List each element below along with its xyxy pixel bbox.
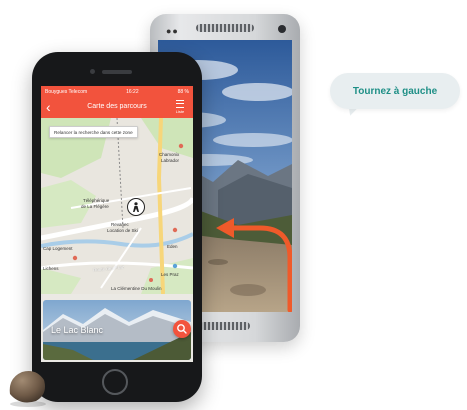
list-icon <box>176 100 184 108</box>
app-screen: Bouygues Telecom 16:22 88 % ‹ Carte des … <box>41 86 193 362</box>
map-label-labrador: Labrador <box>161 158 180 163</box>
tooltip-text: Tournez à gauche <box>352 85 438 97</box>
magnifier-icon <box>177 324 187 334</box>
front-phone: Bouygues Telecom 16:22 88 % ‹ Carte des … <box>32 52 202 402</box>
top-speaker-grille <box>196 24 254 32</box>
hiker-icon <box>133 202 139 212</box>
map-view[interactable]: Chamonix Labrador Téléphérique de La Flé… <box>41 118 193 294</box>
decorative-rock <box>9 371 46 407</box>
trail-card-title: Le Lac Blanc <box>51 325 104 335</box>
sensor-dots: ●● <box>166 26 179 36</box>
home-button[interactable] <box>102 369 128 395</box>
map-label-eden: Eden <box>167 244 178 249</box>
search-fab-button[interactable] <box>173 320 191 338</box>
map-label-clementine: La Clémentine Du Moulin <box>111 286 162 291</box>
front-camera <box>278 25 286 33</box>
map-label-cap-logement: Cap Logement <box>43 246 73 251</box>
direction-tooltip: Tournez à gauche <box>330 73 460 109</box>
carrier-label: Bouygues Telecom <box>45 89 88 95</box>
trail-marker-pin[interactable] <box>127 198 145 216</box>
map-label-revanec: Revanec <box>111 222 129 227</box>
list-view-label: Liste <box>175 109 185 114</box>
trail-card[interactable]: Le Lac Blanc <box>43 300 191 360</box>
map-label-la-flegere: de La Flégère <box>81 204 109 209</box>
status-bar: Bouygues Telecom 16:22 88 % <box>41 86 193 98</box>
navigation-bar: ‹ Carte des parcours Liste <box>41 98 193 118</box>
front-camera-dot <box>90 69 95 74</box>
search-this-area-button[interactable]: Relancer la recherche dans cette zone <box>49 126 138 138</box>
map-label-lichens: Lichens <box>43 266 59 271</box>
clock-label: 16:22 <box>126 89 139 95</box>
map-label-les-praz: Les Praz <box>161 272 179 277</box>
battery-label: 88 % <box>177 89 189 95</box>
earpiece-speaker <box>102 70 132 74</box>
map-label-telepherique: Téléphérique <box>83 198 110 203</box>
list-view-button[interactable]: Liste <box>171 100 189 114</box>
bottom-speaker-grille <box>200 322 250 330</box>
map-label-location-ski: Location de Ski <box>107 228 138 233</box>
map-label-chamonix: Chamonix <box>159 152 180 157</box>
